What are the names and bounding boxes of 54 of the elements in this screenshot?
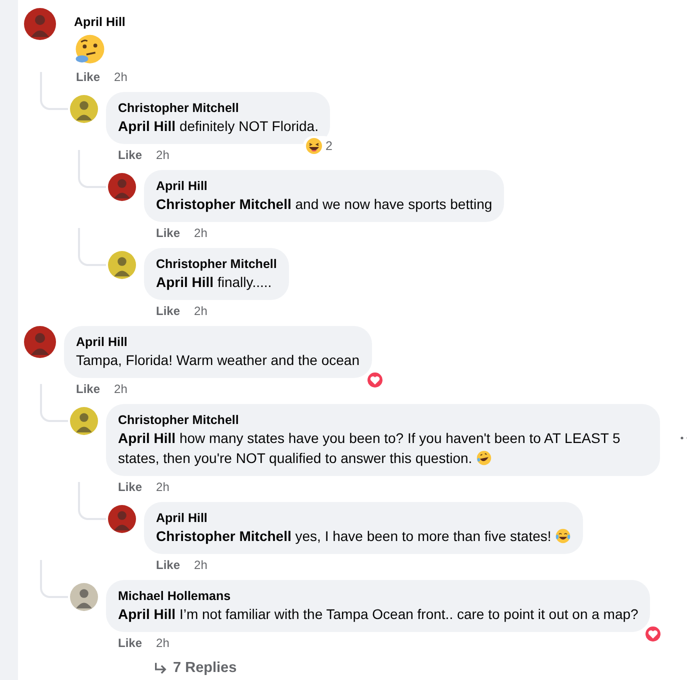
comment-text: April Hill how many states have you been to? If you haven't been to AT LEAST 5 states, then you're NOT qualified to answer this question.: [118, 429, 622, 468]
timestamp: 2h: [194, 304, 208, 318]
author-name[interactable]: April Hill: [76, 334, 360, 350]
timestamp: 2h: [114, 382, 128, 396]
laughing-face-icon: [476, 450, 492, 466]
like-button[interactable]: Like: [76, 382, 100, 396]
comment-text: April Hill definitely NOT Florida.: [118, 117, 318, 136]
connector-line: [78, 150, 106, 188]
avatar[interactable]: [70, 407, 98, 435]
author-name[interactable]: Christopher Mitchell: [156, 256, 277, 272]
like-button[interactable]: Like: [156, 226, 180, 240]
reaction-count[interactable]: 2: [302, 136, 334, 156]
like-button[interactable]: Like: [118, 480, 142, 494]
timestamp: 2h: [156, 480, 170, 494]
timestamp: 2h: [194, 226, 208, 240]
laughing-face-icon: [304, 137, 323, 155]
avatar[interactable]: [108, 173, 136, 201]
avatar[interactable]: [70, 95, 98, 123]
reply-arrow-icon: [154, 662, 167, 674]
avatar[interactable]: [70, 583, 98, 611]
like-button[interactable]: Like: [156, 558, 180, 572]
like-button[interactable]: Like: [118, 636, 142, 650]
comment-text: Christopher Mitchell and we now have sports betting: [156, 195, 492, 214]
author-name[interactable]: Christopher Mitchell: [118, 100, 318, 116]
timestamp: 2h: [194, 558, 208, 572]
avatar[interactable]: [108, 505, 136, 533]
comment-text: April Hill finally.....: [156, 273, 273, 292]
connector-line: [40, 72, 68, 110]
laughing-face-icon: [555, 528, 572, 544]
author-name[interactable]: April Hill: [156, 510, 572, 526]
connector-line: [40, 384, 68, 422]
view-replies-link[interactable]: 7 Replies: [154, 658, 237, 680]
heart-reaction-icon: [644, 625, 662, 643]
author-name[interactable]: April Hill: [74, 14, 126, 30]
timestamp: 2h: [156, 636, 170, 650]
avatar[interactable]: [24, 326, 56, 358]
comment-text: April Hill I’m not familiar with the Tampa Ocean front.. care to point it out on a map?: [118, 605, 638, 624]
comment-text: Tampa, Florida! Warm weather and the ocean: [76, 351, 360, 370]
author-name[interactable]: April Hill: [156, 178, 492, 194]
comment-text: Christopher Mitchell yes, I have been to more than five states!: [156, 526, 572, 546]
timestamp: 2h: [114, 70, 128, 84]
connector-line: [40, 560, 68, 598]
timestamp: 2h: [156, 148, 170, 162]
like-button[interactable]: Like: [156, 304, 180, 318]
author-name[interactable]: Christopher Mitchell: [118, 412, 648, 428]
connector-line: [78, 228, 106, 266]
connector-line: [78, 482, 106, 520]
author-name[interactable]: Michael Hollemans: [118, 588, 638, 604]
avatar[interactable]: [108, 251, 136, 279]
like-button[interactable]: Like: [76, 70, 100, 84]
like-button[interactable]: Like: [118, 148, 142, 162]
avatar[interactable]: [24, 8, 56, 40]
thinking-face-icon: [74, 34, 106, 66]
heart-reaction-icon: [366, 371, 384, 389]
